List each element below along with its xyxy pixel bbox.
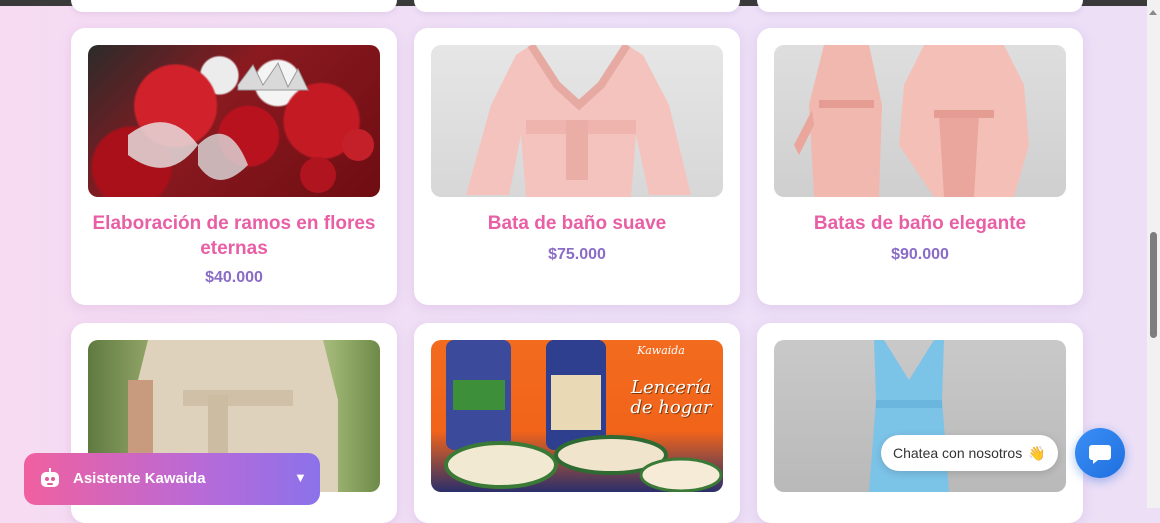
product-title[interactable]: Batas de baño elegante (767, 211, 1073, 236)
product-card[interactable]: Kawaida Lencería de hogar (414, 323, 740, 523)
chat-icon (1089, 445, 1111, 464)
product-card[interactable]: Batas de baño elegante $90.000 (757, 28, 1083, 305)
banner-text: Lencería de hogar (630, 377, 712, 418)
waving-hand-icon: 👋 (1028, 445, 1046, 461)
assistant-label: Asistente Kawaida (73, 470, 206, 487)
chat-invite-text: Chatea con nosotros (893, 445, 1023, 461)
chat-button[interactable] (1075, 428, 1125, 478)
product-image[interactable]: Kawaida Lencería de hogar (431, 340, 723, 492)
previous-card-bottom (757, 0, 1083, 12)
product-price: $40.000 (205, 269, 263, 286)
product-image[interactable] (88, 45, 380, 197)
product-price: $90.000 (891, 246, 949, 263)
robot-icon (41, 468, 59, 487)
scrollbar-thumb[interactable] (1150, 232, 1157, 338)
product-card[interactable] (757, 323, 1083, 523)
product-image[interactable] (774, 45, 1066, 197)
product-card[interactable]: Bata de baño suave $75.000 (414, 28, 740, 305)
product-price: $75.000 (548, 246, 606, 263)
product-image[interactable] (431, 45, 723, 197)
chat-invite-bubble[interactable]: Chatea con nosotros 👋 (881, 435, 1058, 471)
product-card[interactable]: Elaboración de ramos en flores eternas $… (71, 28, 397, 305)
previous-card-bottom (71, 0, 397, 12)
previous-card-bottom (414, 0, 740, 12)
assistant-toggle-bar[interactable]: Asistente Kawaida ▼ (24, 453, 320, 505)
scroll-up-arrow-icon[interactable] (1149, 10, 1157, 15)
product-title[interactable]: Elaboración de ramos en flores eternas (81, 211, 387, 261)
triangle-down-icon[interactable]: ▼ (294, 470, 307, 485)
banner-brand: Kawaida (637, 344, 685, 357)
product-title[interactable]: Bata de baño suave (424, 211, 730, 236)
